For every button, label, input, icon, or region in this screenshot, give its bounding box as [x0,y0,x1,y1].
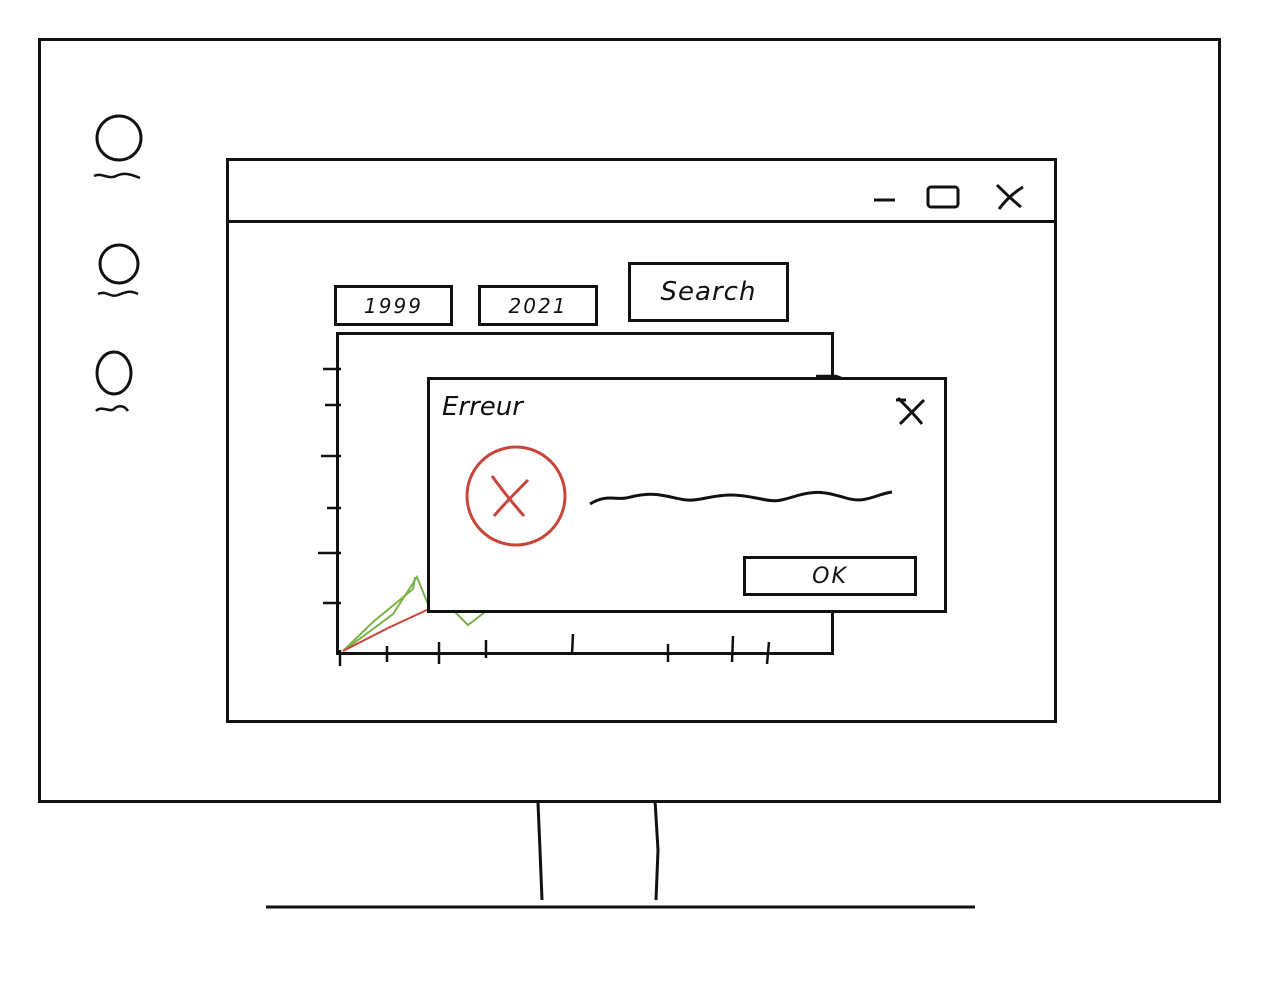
error-message-scribble [589,490,893,506]
close-icon[interactable] [993,181,1029,211]
window-title-bar [229,161,1054,223]
error-dialog: Erreur OK [427,377,947,613]
close-icon[interactable] [892,394,932,430]
start-year-field[interactable]: 1999 [334,285,453,326]
ok-button-label: OK [812,563,848,589]
app-window: 1999 2021 Search Erreur OK [226,158,1057,723]
x-axis-ticks [338,633,771,666]
desktop-icon-3[interactable] [92,347,152,419]
x-tick [570,633,575,655]
desktop-icon-2[interactable] [92,240,152,304]
start-year-value: 1999 [364,293,423,318]
ok-button[interactable]: OK [743,556,917,596]
search-button-label: Search [660,277,757,307]
series-line-green [342,576,416,652]
desktop-icon-1[interactable] [90,112,150,184]
x-tick [730,635,735,663]
dialog-title: Erreur [442,392,523,422]
minimize-icon[interactable] [871,185,901,205]
app-icon [97,243,140,297]
app-icon [93,114,143,180]
end-year-field[interactable]: 2021 [478,285,598,326]
maximize-icon[interactable] [925,183,961,211]
y-axis-ticks [318,367,341,605]
end-year-value: 2021 [508,293,568,318]
series-line-red [342,608,430,652]
x-tick [765,641,771,665]
search-button[interactable]: Search [628,262,789,322]
app-icon [95,350,133,413]
error-icon [465,445,567,547]
